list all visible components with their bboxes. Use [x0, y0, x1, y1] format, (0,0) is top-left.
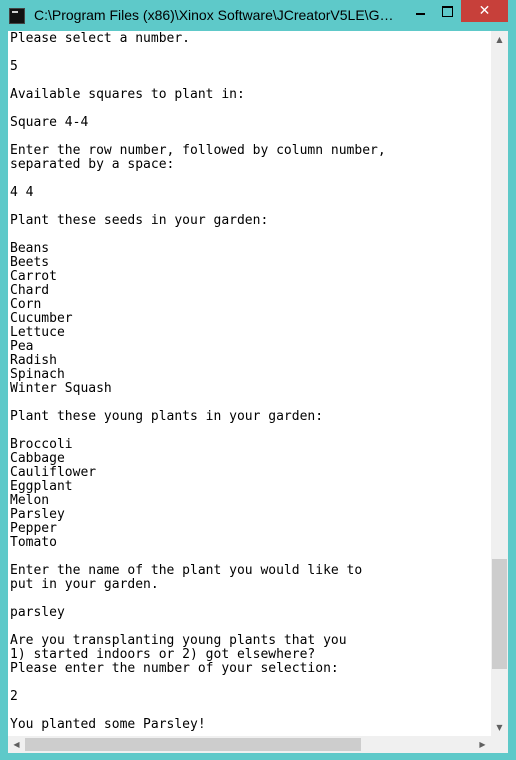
console-line: Enter the name of the plant you would li…: [10, 563, 363, 578]
console-line: Square 4-4: [10, 115, 89, 130]
title-bar[interactable]: C:\Program Files (x86)\Xinox Software\JC…: [0, 0, 516, 33]
minimize-button[interactable]: [407, 0, 434, 22]
close-button[interactable]: ✕: [461, 0, 508, 22]
console-line: Broccoli: [10, 437, 73, 452]
console-line: 2: [10, 689, 18, 704]
console-line: Are you transplanting young plants that …: [10, 633, 347, 648]
console-line: Enter the row number, followed by column…: [10, 143, 386, 158]
console-line: Please select a number.: [10, 31, 191, 46]
console-line: 1) started indoors or 2) got elsewhere?: [10, 647, 316, 662]
console-line: Corn: [10, 297, 42, 312]
console-line: Spinach: [10, 367, 65, 382]
scroll-up-arrow-icon[interactable]: ▲: [491, 31, 508, 48]
console-line: Radish: [10, 353, 57, 368]
console-line: Plant these seeds in your garden:: [10, 213, 269, 228]
console-line: Cabbage: [10, 451, 65, 466]
console-line: Pea: [10, 339, 34, 354]
console-line: Parsley: [10, 507, 65, 522]
scrollbar-corner: [491, 736, 508, 753]
console-line: Chard: [10, 283, 50, 298]
console-line: Cucumber: [10, 311, 73, 326]
scroll-down-arrow-icon[interactable]: ▼: [491, 719, 508, 736]
console-line: parsley: [10, 605, 65, 620]
console-line: Melon: [10, 493, 50, 508]
console-line: Eggplant: [10, 479, 73, 494]
console-line: Tomato: [10, 535, 57, 550]
console-line: Beets: [10, 255, 50, 270]
console-client-area: Please select a number. 5 Available square…: [8, 31, 508, 753]
console-window: C:\Program Files (x86)\Xinox Software\JC…: [0, 0, 516, 760]
console-line: Carrot: [10, 269, 57, 284]
vertical-scroll-thumb[interactable]: [492, 559, 507, 669]
console-line: Lettuce: [10, 325, 65, 340]
console-line: You planted some Parsley!: [10, 717, 206, 732]
scroll-right-arrow-icon[interactable]: ▶: [474, 736, 491, 753]
console-line: 5: [10, 59, 18, 74]
console-line: Please enter the number of your selectio…: [10, 661, 339, 676]
console-app-icon[interactable]: [9, 8, 25, 24]
console-line: put in your garden.: [10, 577, 159, 592]
console-line: Available squares to plant in:: [10, 87, 245, 102]
console-line: Winter Squash: [10, 381, 112, 396]
horizontal-scroll-thumb[interactable]: [25, 738, 361, 751]
console-line: Plant these young plants in your garden:: [10, 409, 324, 424]
vertical-scrollbar[interactable]: ▲ ▼: [491, 31, 508, 736]
console-line: separated by a space:: [10, 157, 175, 172]
console-output[interactable]: Please select a number. 5 Available square…: [8, 31, 491, 736]
close-icon: ✕: [478, 3, 491, 19]
console-line: 4 4: [10, 185, 34, 200]
console-line: Pepper: [10, 521, 57, 536]
horizontal-scrollbar[interactable]: ◀ ▶: [8, 736, 491, 753]
scroll-left-arrow-icon[interactable]: ◀: [8, 736, 25, 753]
console-line: Cauliflower: [10, 465, 97, 480]
window-title: C:\Program Files (x86)\Xinox Software\JC…: [34, 7, 394, 23]
maximize-button[interactable]: [434, 0, 461, 22]
console-line: Beans: [10, 241, 50, 256]
